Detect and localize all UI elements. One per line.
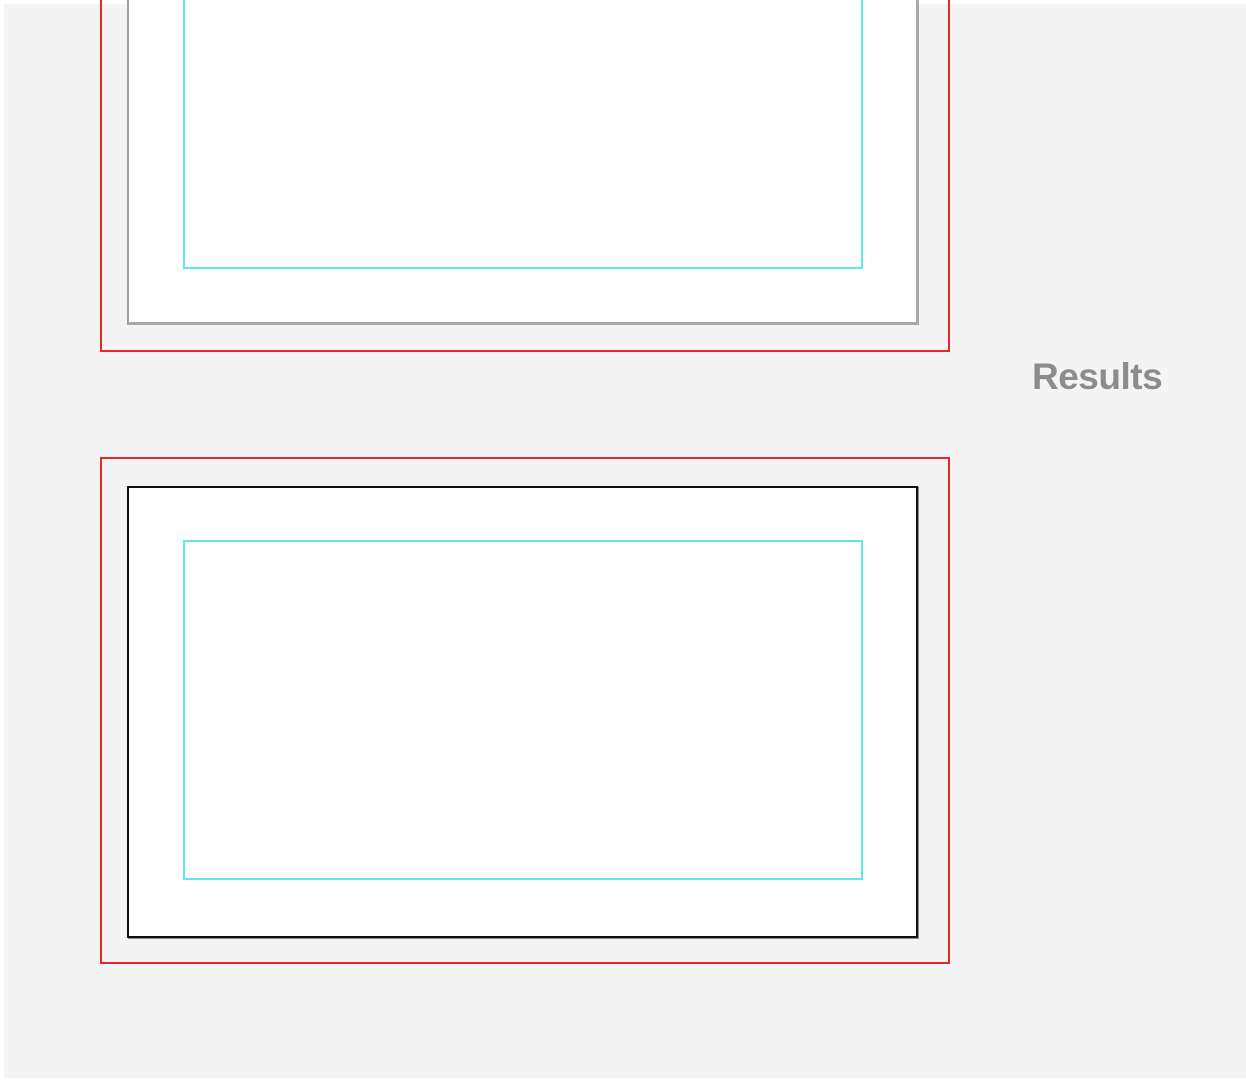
layout-canvas: Results xyxy=(4,0,1246,1078)
results-heading: Results xyxy=(1032,356,1163,397)
bottom-card-safe-area-outline xyxy=(183,540,863,880)
top-card-safe-area-outline xyxy=(183,0,863,269)
